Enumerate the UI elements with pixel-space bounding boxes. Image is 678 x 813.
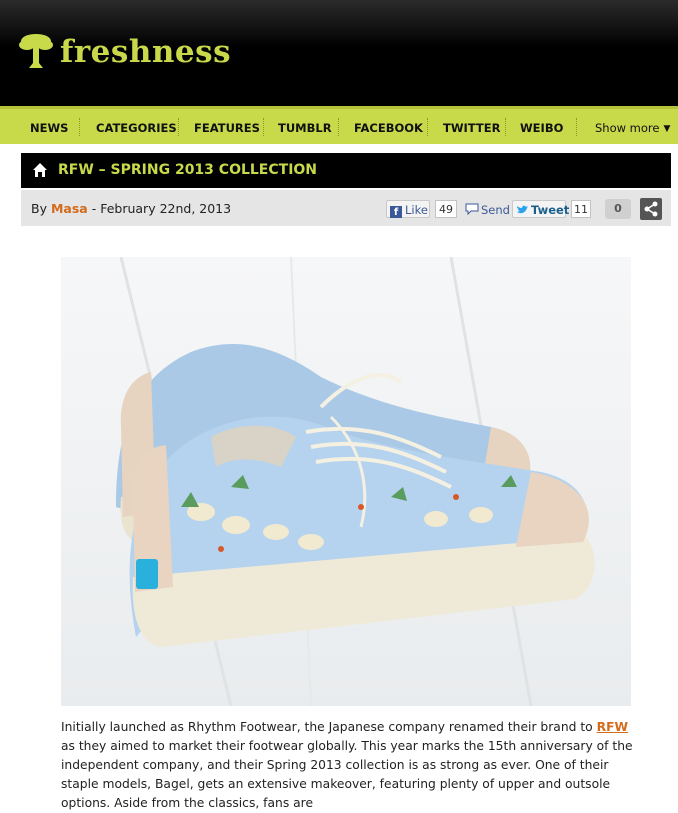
like-count: 49 [435,200,457,218]
hero-image[interactable] [61,257,631,706]
nav-separator [79,118,80,136]
post-title[interactable]: RFW – SPRING 2013 COLLECTION [58,153,317,188]
send-label: Send [481,203,510,217]
nav-item-tumblr[interactable]: TUMBLR [278,109,332,144]
show-more-label: Show more [595,121,660,135]
tweet-button[interactable]: Tweet [512,200,570,218]
post-date: February 22nd, 2013 [100,201,232,216]
share-button[interactable] [640,198,662,220]
twitter-bird-icon [517,205,528,214]
tree-logo-icon [19,34,53,68]
tweet-count: 11 [571,200,591,218]
post-meta-bar: By Masa - February 22nd, 2013 f Like 49 S… [21,190,671,226]
byline: By Masa - February 22nd, 2013 [31,190,231,227]
tweet-label: Tweet [531,203,570,217]
facebook-icon: f [390,206,402,218]
like-label: Like [405,203,428,217]
share-icon [644,201,658,217]
article-text-1: Initially launched as Rhythm Footwear, t… [61,720,597,734]
nav-separator [576,118,577,136]
nav-separator [505,118,506,136]
nav-show-more[interactable]: Show more ▼ [595,109,670,144]
author-link[interactable]: Masa [51,201,88,216]
nav-item-facebook[interactable]: FACEBOOK [354,109,423,144]
post-title-bar: RFW – SPRING 2013 COLLECTION [21,153,671,188]
nav-item-twitter[interactable]: TWITTER [443,109,500,144]
main-nav: NEWS CATEGORIES FEATURES TUMBLR FACEBOOK… [0,106,678,144]
facebook-like-button[interactable]: f Like [386,200,430,218]
rfw-link[interactable]: RFW [597,720,628,734]
caret-down-icon: ▼ [663,124,671,134]
nav-separator [263,118,264,136]
site-name: freshness [60,34,232,70]
nav-item-features[interactable]: FEATURES [194,109,260,144]
nav-item-categories[interactable]: CATEGORIES [96,109,177,144]
byline-prefix: By [31,201,47,216]
date-separator: - [91,201,97,216]
nav-separator [338,118,339,136]
site-header: freshness [0,0,678,106]
speech-bubble-icon [465,203,479,216]
nav-item-weibo[interactable]: WEIBO [520,109,563,144]
nav-separator [427,118,428,136]
nav-separator [178,118,179,136]
facebook-send-button[interactable]: Send [464,200,510,218]
nav-item-news[interactable]: NEWS [30,109,68,144]
article-body: Initially launched as Rhythm Footwear, t… [61,718,641,813]
sneaker-photo-icon [61,257,631,706]
site-logo[interactable]: freshness [18,28,231,76]
article-text-2: as they aimed to market their footwear g… [61,739,633,810]
comment-count-bubble[interactable]: 0 [605,199,631,219]
home-icon[interactable] [32,162,48,178]
